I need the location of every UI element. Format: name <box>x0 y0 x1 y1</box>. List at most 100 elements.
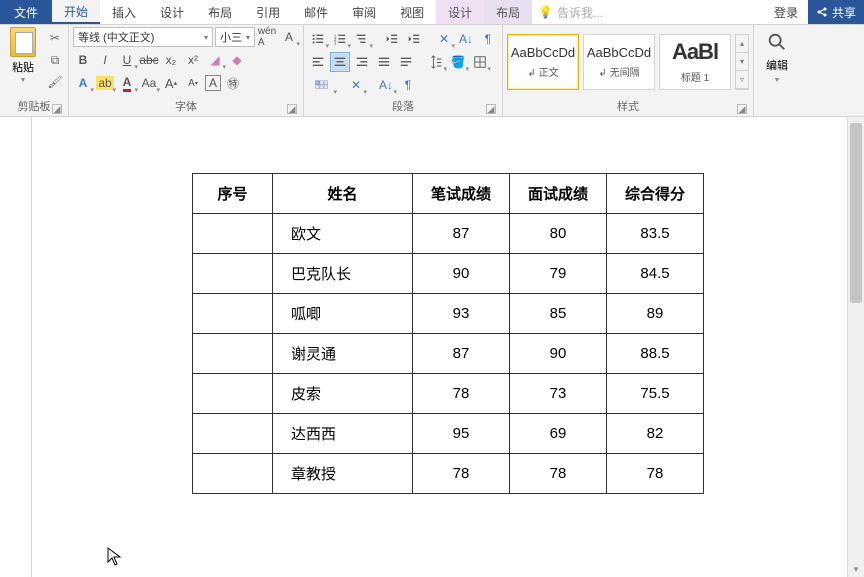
cell-written[interactable]: 95 <box>412 414 509 454</box>
copy-button[interactable]: ⧉ <box>46 51 64 69</box>
cell-id[interactable] <box>192 414 272 454</box>
justify-button[interactable] <box>374 52 394 72</box>
table-row[interactable]: 巴克队长907984.5 <box>192 254 703 294</box>
italic-button[interactable]: I <box>95 50 115 70</box>
table-row[interactable]: 欧文878083.5 <box>192 214 703 254</box>
cut-button[interactable]: ✂ <box>46 29 64 47</box>
header-total[interactable]: 综合得分 <box>607 174 704 214</box>
document-area[interactable]: 序号 姓名 笔试成绩 面试成绩 综合得分 欧文878083.5 巴克队长9079… <box>0 117 864 577</box>
table-row[interactable]: 谢灵通879088.5 <box>192 334 703 374</box>
table-header-row[interactable]: 序号 姓名 笔试成绩 面试成绩 综合得分 <box>192 174 703 214</box>
cell-align-button[interactable] <box>308 75 336 95</box>
table-row[interactable]: 呱唧938589 <box>192 294 703 334</box>
sort-button[interactable]: A↓ <box>456 29 476 49</box>
find-icon[interactable] <box>766 31 788 53</box>
align-center-button[interactable] <box>330 52 350 72</box>
cell-id[interactable] <box>192 374 272 414</box>
tab-mailings[interactable]: 邮件 <box>292 0 340 24</box>
cell-total[interactable]: 78 <box>607 454 704 494</box>
tab-layout[interactable]: 布局 <box>196 0 244 24</box>
cell-written[interactable]: 78 <box>412 454 509 494</box>
char-shading-button[interactable]: Aa <box>139 73 159 93</box>
scores-table[interactable]: 序号 姓名 笔试成绩 面试成绩 综合得分 欧文878083.5 巴克队长9079… <box>192 173 704 494</box>
paragraph-dialog-launcher[interactable]: ◢ <box>486 104 496 114</box>
tab-references[interactable]: 引用 <box>244 0 292 24</box>
numbering-button[interactable]: 123 <box>330 29 350 49</box>
enclose-char-button[interactable]: ㊕ <box>223 73 243 93</box>
paste-button[interactable]: 粘贴 <box>12 59 34 75</box>
align-right-button[interactable] <box>352 52 372 72</box>
text-effects-button[interactable]: A <box>73 73 93 93</box>
share-button[interactable]: 共享 <box>808 0 864 24</box>
shrink-font-button[interactable]: A▾ <box>183 73 203 93</box>
scroll-down-arrow[interactable]: ▾ <box>848 561 864 577</box>
bullets-button[interactable] <box>308 29 328 49</box>
cell-name[interactable]: 章教授 <box>272 454 412 494</box>
text-direction-button[interactable]: ✕ <box>346 75 366 95</box>
cell-id[interactable] <box>192 214 272 254</box>
tab-view[interactable]: 视图 <box>388 0 436 24</box>
cell-total[interactable]: 88.5 <box>607 334 704 374</box>
cell-written[interactable]: 90 <box>412 254 509 294</box>
cell-id[interactable] <box>192 334 272 374</box>
tell-me[interactable]: 💡 告诉我... <box>532 0 764 24</box>
show-marks-button-2[interactable]: ¶ <box>398 75 418 95</box>
file-tab[interactable]: 文件 <box>0 0 52 24</box>
cell-written[interactable]: 87 <box>412 334 509 374</box>
cell-name[interactable]: 谢灵通 <box>272 334 412 374</box>
cell-interview[interactable]: 79 <box>509 254 606 294</box>
cell-written[interactable]: 78 <box>412 374 509 414</box>
editing-label[interactable]: 编辑 <box>766 57 788 73</box>
font-name-combo[interactable]: 等线 (中文正文)▾ <box>73 27 213 47</box>
asian-layout-button[interactable]: ✕ <box>434 29 454 49</box>
tab-table-design[interactable]: 设计 <box>436 0 484 24</box>
cell-interview[interactable]: 90 <box>509 334 606 374</box>
cell-written[interactable]: 93 <box>412 294 509 334</box>
page[interactable]: 序号 姓名 笔试成绩 面试成绩 综合得分 欧文878083.5 巴克队长9079… <box>32 117 864 577</box>
cell-name[interactable]: 欧文 <box>272 214 412 254</box>
table-row[interactable]: 达西西956982 <box>192 414 703 454</box>
char-border-button[interactable]: A <box>205 75 221 91</box>
style-normal[interactable]: AaBbCcDd ↲ 正文 <box>507 34 579 90</box>
underline-button[interactable]: U <box>117 50 137 70</box>
cell-interview[interactable]: 73 <box>509 374 606 414</box>
styles-scroll-up[interactable]: ▴ <box>736 35 748 53</box>
decrease-indent-button[interactable] <box>382 29 402 49</box>
distribute-button[interactable] <box>396 52 416 72</box>
table-row[interactable]: 皮索787375.5 <box>192 374 703 414</box>
align-left-button[interactable] <box>308 52 328 72</box>
vertical-scrollbar[interactable]: ▴ ▾ <box>847 117 864 577</box>
line-spacing-button[interactable] <box>426 52 446 72</box>
tab-insert[interactable]: 插入 <box>100 0 148 24</box>
cell-interview[interactable]: 85 <box>509 294 606 334</box>
cell-total[interactable]: 84.5 <box>607 254 704 294</box>
change-case-button[interactable]: A <box>279 27 299 47</box>
login-link[interactable]: 登录 <box>764 0 808 24</box>
header-written[interactable]: 笔试成绩 <box>412 174 509 214</box>
grow-font-button-2[interactable]: A▴ <box>161 73 181 93</box>
strikethrough-button[interactable]: abc <box>139 50 159 70</box>
format-painter-button[interactable]: 🖌 <box>46 73 64 91</box>
tab-home[interactable]: 开始 <box>52 0 100 24</box>
cell-written[interactable]: 87 <box>412 214 509 254</box>
cell-id[interactable] <box>192 454 272 494</box>
show-marks-button[interactable]: ¶ <box>478 29 498 49</box>
styles-dialog-launcher[interactable]: ◢ <box>737 104 747 114</box>
cell-total[interactable]: 89 <box>607 294 704 334</box>
cell-total[interactable]: 82 <box>607 414 704 454</box>
tab-design[interactable]: 设计 <box>148 0 196 24</box>
shading-button[interactable]: 🪣 <box>448 52 468 72</box>
increase-indent-button[interactable] <box>404 29 424 49</box>
multilevel-list-button[interactable] <box>352 29 372 49</box>
font-size-combo[interactable]: 小三▾ <box>215 27 255 47</box>
style-no-spacing[interactable]: AaBbCcDd ↲ 无间隔 <box>583 34 655 90</box>
cell-total[interactable]: 75.5 <box>607 374 704 414</box>
header-interview[interactable]: 面试成绩 <box>509 174 606 214</box>
cell-interview[interactable]: 69 <box>509 414 606 454</box>
cell-interview[interactable]: 78 <box>509 454 606 494</box>
grow-font-button[interactable]: wénA <box>257 27 277 47</box>
style-heading-1[interactable]: AaBl 标题 1 <box>659 34 731 90</box>
table-row[interactable]: 章教授787878 <box>192 454 703 494</box>
clear-formatting-button[interactable]: ◢ <box>205 50 225 70</box>
styles-scroll-down[interactable]: ▾ <box>736 53 748 71</box>
